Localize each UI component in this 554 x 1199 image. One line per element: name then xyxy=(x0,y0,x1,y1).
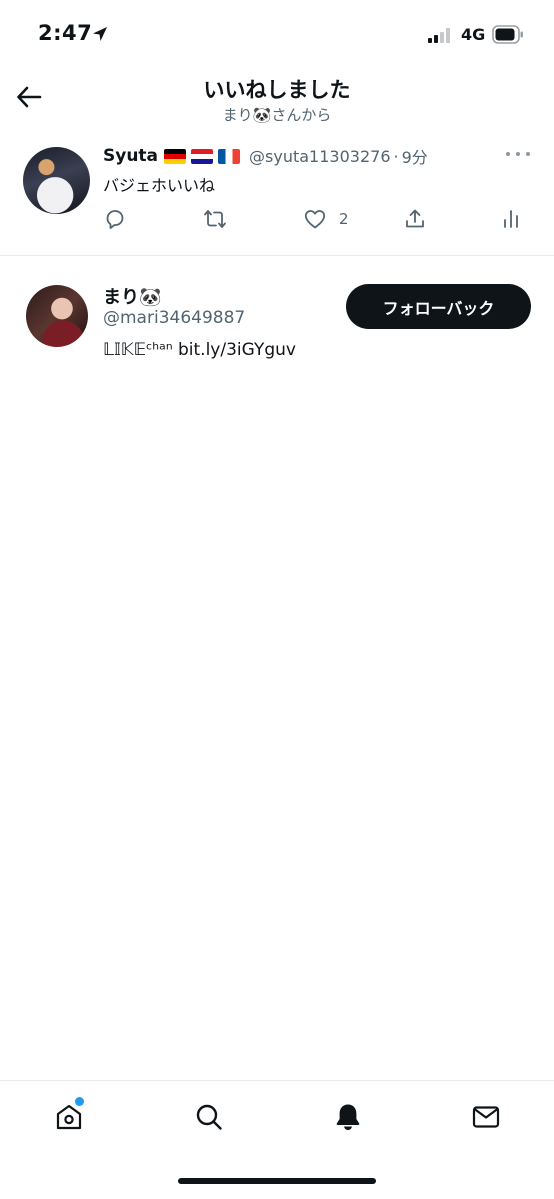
status-bar: 2:47 4G xyxy=(0,0,554,66)
user-handle: @mari34649887 xyxy=(103,308,246,328)
user-bio: 𝕃𝕀𝕂𝔼ᶜʰᵃⁿ bit.ly/3iGYguv xyxy=(103,340,296,360)
retweet-button[interactable] xyxy=(203,204,227,234)
location-arrow-icon xyxy=(93,27,107,41)
page-title: いいねしました xyxy=(203,78,351,102)
tab-notifications[interactable] xyxy=(328,1097,368,1137)
reply-button[interactable] xyxy=(103,204,127,234)
mail-icon xyxy=(472,1106,500,1128)
france-flag-icon xyxy=(218,148,241,164)
follow-back-button[interactable]: フォローバック xyxy=(346,284,531,329)
user-cell[interactable]: まり🐼 @mari34649887 𝕃𝕀𝕂𝔼ᶜʰᵃⁿ bit.ly/3iGYgu… xyxy=(0,257,554,377)
bell-icon xyxy=(336,1104,360,1130)
status-time: 2:47 xyxy=(38,21,93,45)
tab-search[interactable] xyxy=(189,1097,229,1137)
heart-icon xyxy=(304,210,326,229)
analytics-icon xyxy=(504,210,518,228)
reply-icon xyxy=(106,210,124,229)
like-button[interactable]: 2 xyxy=(303,204,349,234)
tweet-author-handle: @syuta11303276 xyxy=(249,146,391,166)
more-options-icon[interactable] xyxy=(506,146,530,162)
germany-flag-icon xyxy=(164,148,187,164)
share-button[interactable] xyxy=(403,204,427,234)
avatar[interactable] xyxy=(26,285,88,347)
cellular-signal-icon xyxy=(428,27,454,43)
tweet-actions: 2 xyxy=(103,204,533,234)
analytics-button[interactable] xyxy=(499,204,523,234)
tweet-header: Syuta @syuta11303276 · 9分 xyxy=(103,144,428,168)
avatar[interactable] xyxy=(23,147,90,214)
tweet-author-name[interactable]: Syuta xyxy=(103,146,158,166)
like-count: 2 xyxy=(339,210,349,228)
page-subtitle: まり🐼さんから xyxy=(222,106,332,124)
header: いいねしました まり🐼さんから xyxy=(0,66,554,132)
notification-dot xyxy=(75,1097,84,1106)
croatia-flag-icon xyxy=(191,148,214,164)
home-indicator xyxy=(178,1178,376,1184)
separator: · xyxy=(393,146,399,166)
tab-messages[interactable] xyxy=(466,1097,506,1137)
network-type: 4G xyxy=(461,25,486,44)
tweet-time: 9分 xyxy=(401,148,428,167)
battery-icon xyxy=(492,25,523,44)
tweet-text: バジェホいいね xyxy=(103,176,216,195)
share-icon xyxy=(406,209,424,228)
retweet-icon xyxy=(204,210,226,228)
search-icon xyxy=(196,1104,222,1130)
user-name: まり🐼 xyxy=(103,287,162,308)
liked-tweet[interactable]: Syuta @syuta11303276 · 9分 バジェホいいね 2 xyxy=(0,134,554,256)
tab-home[interactable] xyxy=(49,1097,89,1137)
